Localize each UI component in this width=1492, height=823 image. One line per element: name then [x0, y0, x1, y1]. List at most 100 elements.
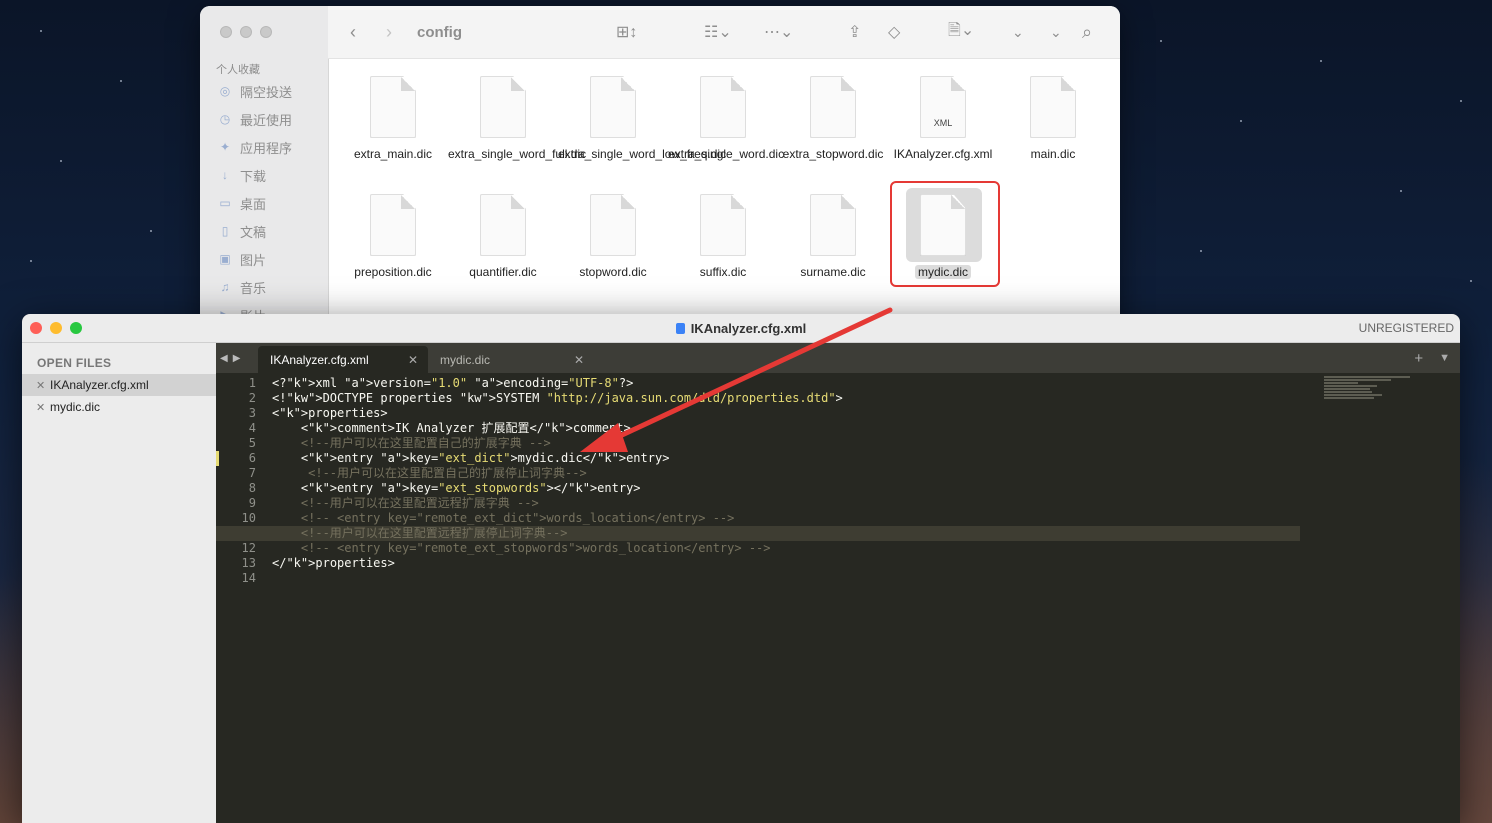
- close-icon[interactable]: ✕: [574, 353, 584, 367]
- open-files-title: OPEN FILES: [37, 356, 112, 370]
- file-item[interactable]: suffix.dic: [668, 194, 778, 280]
- document-icon: [370, 76, 416, 138]
- file-name: stopword.dic: [579, 265, 647, 279]
- file-item[interactable]: extra_single_word_full.dic: [448, 76, 586, 162]
- back-icon[interactable]: ‹: [350, 6, 356, 58]
- code-line[interactable]: <"k">entry "a">key="ext_dict">mydic.dic<…: [272, 451, 1300, 466]
- search-icon[interactable]: ⌕: [1082, 6, 1092, 58]
- file-icon: [675, 322, 685, 334]
- sidebar-item[interactable]: ↓ 下载: [218, 163, 266, 187]
- code-line[interactable]: <!"kw">DOCTYPE properties "kw">SYSTEM "h…: [272, 391, 1300, 406]
- close-icon[interactable]: ✕: [36, 401, 50, 414]
- chevron-down-icon[interactable]: ⌄: [1012, 6, 1024, 58]
- document-icon: [1030, 76, 1076, 138]
- line-number: 8: [248, 481, 256, 495]
- file-item[interactable]: extra_main.dic: [338, 76, 448, 162]
- document-icon: [590, 76, 636, 138]
- code-line[interactable]: <!--用户可以在这里配置自己的扩展字典 -->: [272, 436, 1300, 451]
- document-icon: [700, 76, 746, 138]
- code-line[interactable]: <!-- <entry key="remote_ext_dict">words_…: [272, 511, 1300, 526]
- code-line[interactable]: <!--用户可以在这里配置远程扩展停止词字典-->: [216, 526, 1300, 541]
- tag-icon[interactable]: ◇: [888, 6, 900, 58]
- code-line[interactable]: <!--用户可以在这里配置远程扩展字典 -->: [272, 496, 1300, 511]
- icon-view-icon[interactable]: ⊞↕: [616, 6, 637, 58]
- sidebar-item[interactable]: ▯ 文稿: [218, 219, 266, 243]
- minimap[interactable]: [1324, 376, 1420, 406]
- line-number: 3: [248, 406, 256, 420]
- finder-window: 个人收藏 ◎隔空投送◷最近使用✦应用程序↓下载▭桌面▯文稿▣图片♫音乐▶影片 ‹…: [200, 6, 1120, 326]
- share-icon[interactable]: ⇪: [848, 6, 861, 58]
- file-item[interactable]: main.dic: [998, 76, 1108, 162]
- path-title: config: [417, 23, 462, 41]
- document-icon: [480, 76, 526, 138]
- sidebar-item[interactable]: ▣ 图片: [218, 247, 266, 271]
- document-icon: XML: [920, 76, 966, 138]
- code-line[interactable]: <?"k">xml "a">version="1.0" "a">encoding…: [272, 376, 1300, 391]
- sidebar-item[interactable]: ▭ 桌面: [218, 191, 266, 215]
- sidebar-item[interactable]: ◎ 隔空投送: [218, 79, 292, 103]
- close-button[interactable]: [220, 26, 232, 38]
- music-icon: ♫: [220, 280, 230, 294]
- tab-ikanalyzer[interactable]: IKAnalyzer.cfg.xml ✕: [258, 346, 428, 373]
- sidebar-item[interactable]: ♫ 音乐: [218, 275, 267, 299]
- new-file-icon[interactable]: 🗎⌄: [948, 6, 974, 58]
- open-files-panel: OPEN FILES ✕ IKAnalyzer.cfg.xml ✕ mydic.…: [22, 343, 217, 823]
- clock-icon: ◷: [219, 112, 231, 126]
- document-icon: ▯: [221, 224, 229, 238]
- file-item[interactable]: surname.dic: [778, 194, 888, 280]
- tab-mydic[interactable]: mydic.dic ✕: [428, 346, 594, 373]
- code-line[interactable]: <"k">entry "a">key="ext_stopwords"></"k"…: [272, 481, 1300, 496]
- open-file-item[interactable]: ✕ mydic.dic: [22, 396, 216, 418]
- code-area[interactable]: <?"k">xml "a">version="1.0" "a">encoding…: [216, 376, 1300, 586]
- download-icon: ↓: [222, 168, 228, 182]
- document-icon: [810, 194, 856, 256]
- code-editor[interactable]: 1234567891011121314 <?"k">xml "a">versio…: [216, 373, 1460, 823]
- file-item[interactable]: quantifier.dic: [448, 194, 558, 280]
- sublime-window: IKAnalyzer.cfg.xml UNREGISTERED OPEN FIL…: [22, 314, 1460, 823]
- document-icon: [590, 194, 636, 256]
- code-line[interactable]: <"k">comment>IK Analyzer 扩展配置</"k">comme…: [272, 421, 1300, 436]
- file-name: extra_stopword.dic: [782, 147, 884, 161]
- tab-left-icon[interactable]: ◀: [220, 353, 228, 364]
- chevron-down-icon[interactable]: ▼: [1439, 352, 1450, 364]
- file-name: extra_main.dic: [353, 147, 433, 161]
- file-item[interactable]: extra_single_word.dic: [668, 76, 784, 162]
- code-line[interactable]: [272, 571, 1300, 586]
- code-line[interactable]: <!--用户可以在这里配置自己的扩展停止词字典-->: [272, 466, 1300, 481]
- file-item[interactable]: XML IKAnalyzer.cfg.xml: [888, 76, 998, 162]
- more-actions-icon[interactable]: ⋯⌄: [764, 6, 793, 58]
- airdrop-icon: ◎: [219, 84, 231, 98]
- file-item[interactable]: extra_stopword.dic: [778, 76, 888, 162]
- line-number: 4: [248, 421, 256, 435]
- close-icon[interactable]: ✕: [408, 353, 418, 367]
- tab-right-icon[interactable]: ▶: [233, 353, 241, 364]
- file-item[interactable]: mydic.dic: [888, 194, 998, 280]
- line-number: 7: [248, 466, 256, 480]
- finder-sidebar: 个人收藏 ◎隔空投送◷最近使用✦应用程序↓下载▭桌面▯文稿▣图片♫音乐▶影片: [200, 6, 329, 326]
- modified-line-marker: [216, 451, 219, 466]
- file-item[interactable]: extra_single_word_low_freq.dic: [558, 76, 726, 162]
- file-item[interactable]: stopword.dic: [558, 194, 668, 280]
- sidebar-item[interactable]: ◷ 最近使用: [218, 107, 292, 131]
- close-icon[interactable]: ✕: [36, 379, 50, 392]
- document-icon: [700, 194, 746, 256]
- tab-nav[interactable]: ◀ ▶: [220, 343, 240, 373]
- plus-icon[interactable]: +: [1414, 350, 1423, 367]
- code-line[interactable]: </"k">properties>: [272, 556, 1300, 571]
- open-file-item[interactable]: ✕ IKAnalyzer.cfg.xml: [22, 374, 216, 396]
- file-item[interactable]: preposition.dic: [338, 194, 448, 280]
- photo-icon: ▣: [219, 252, 231, 266]
- file-name: IKAnalyzer.cfg.xml: [893, 147, 993, 161]
- zoom-button[interactable]: [260, 26, 272, 38]
- forward-icon[interactable]: ›: [386, 6, 392, 58]
- code-line[interactable]: <!-- <entry key="remote_ext_stopwords">w…: [272, 541, 1300, 556]
- chevron-down-icon[interactable]: ⌄: [1050, 6, 1062, 58]
- tab-bar: ◀ ▶ IKAnalyzer.cfg.xml ✕ mydic.dic ✕ + ▼: [216, 343, 1460, 373]
- line-number: 5: [248, 436, 256, 450]
- minimize-button[interactable]: [240, 26, 252, 38]
- line-number: 9: [248, 496, 256, 510]
- sidebar-item[interactable]: ✦ 应用程序: [218, 135, 292, 159]
- group-icon[interactable]: ☷⌄: [704, 6, 732, 58]
- window-controls[interactable]: [220, 26, 272, 38]
- code-line[interactable]: <"k">properties>: [272, 406, 1300, 421]
